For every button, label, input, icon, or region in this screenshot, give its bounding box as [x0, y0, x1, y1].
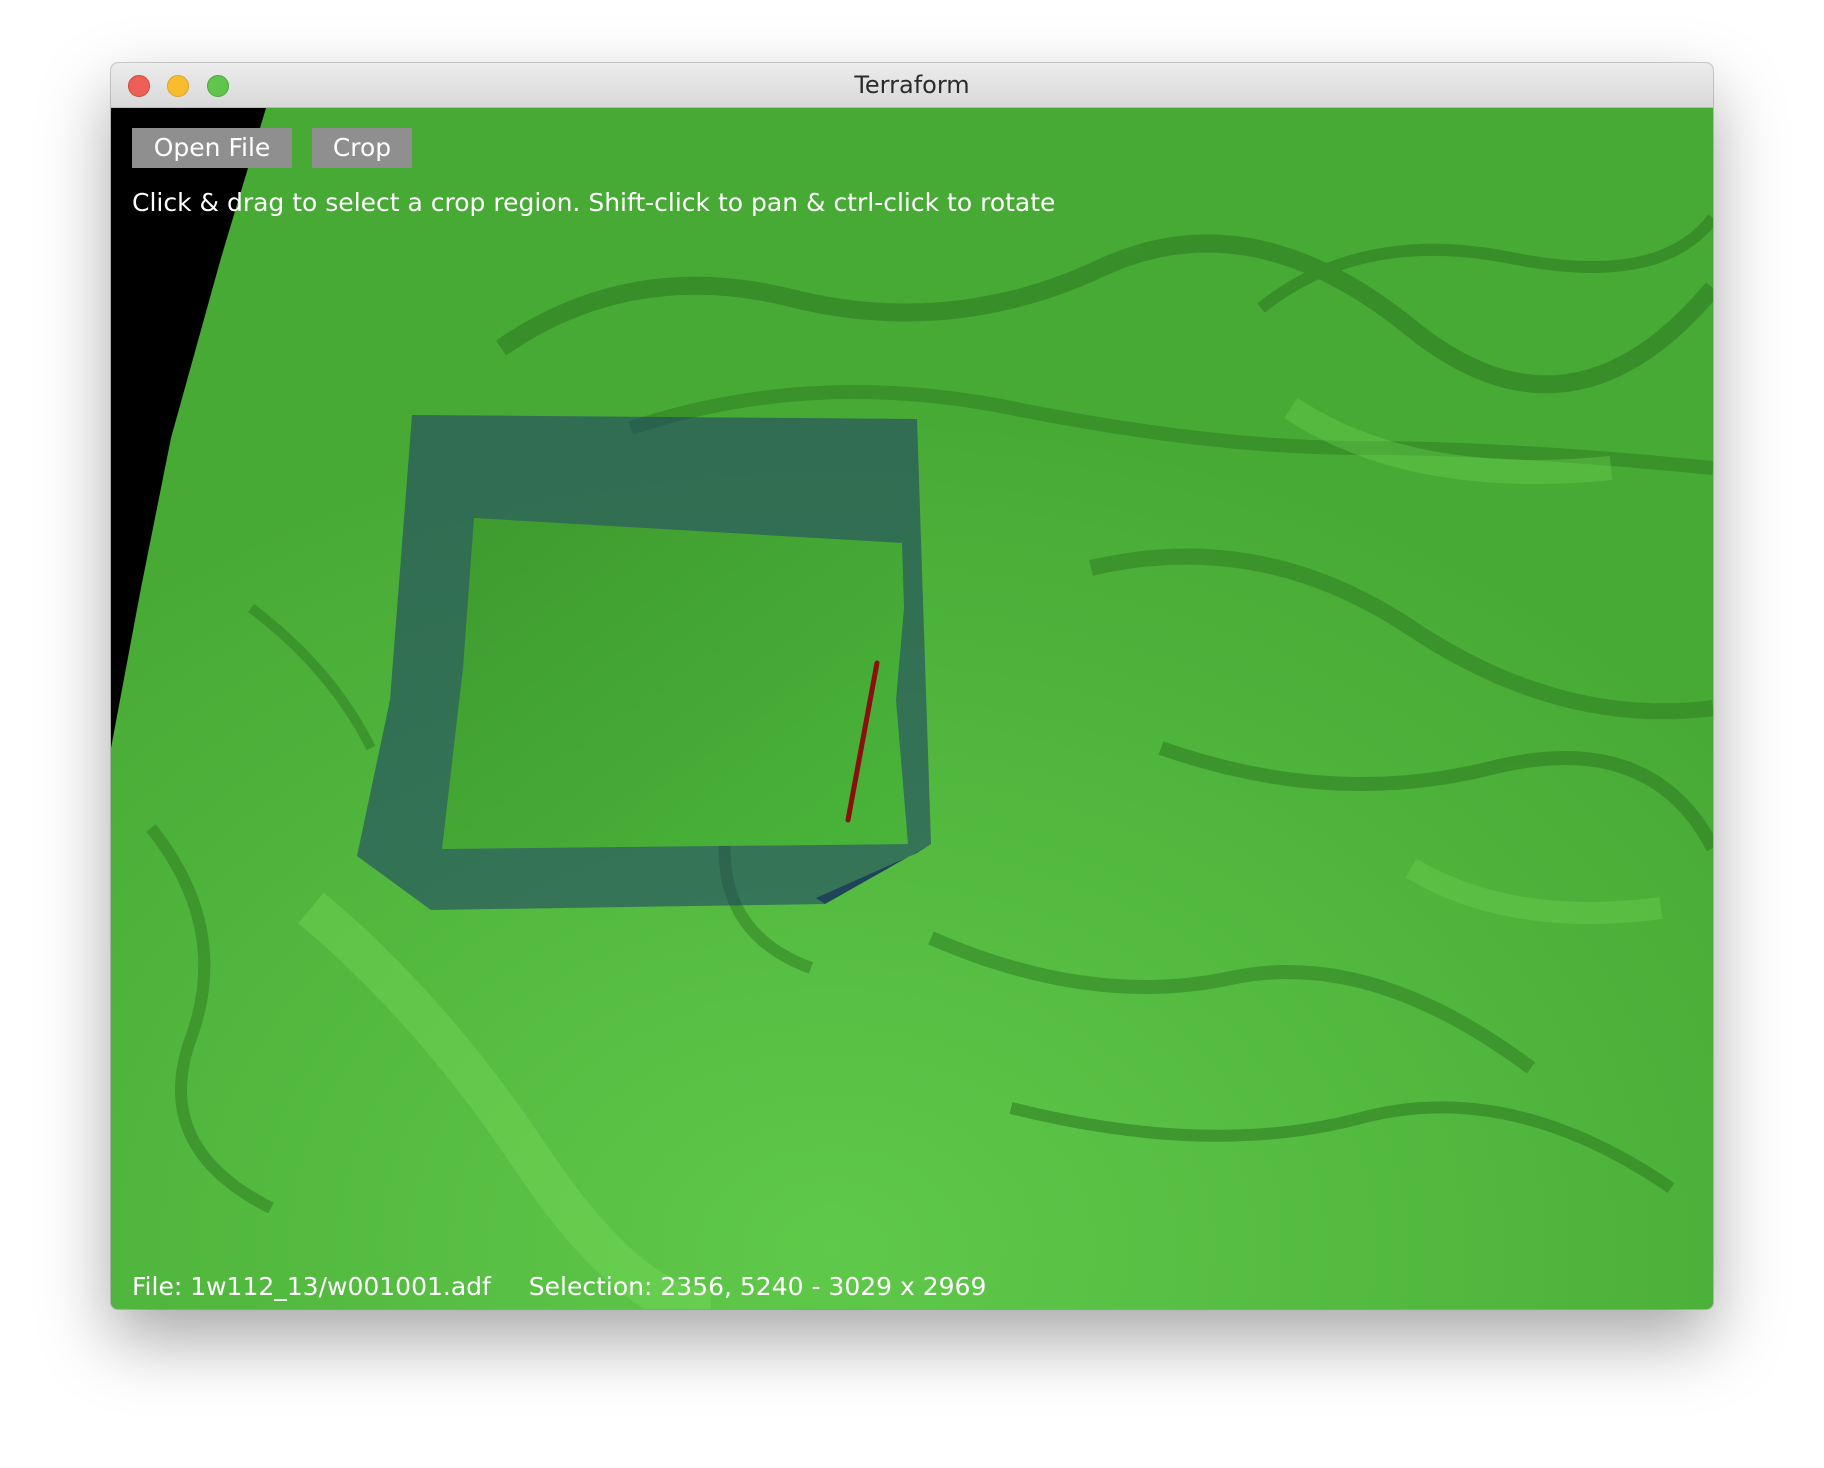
- open-file-button[interactable]: Open File: [132, 128, 292, 168]
- instructions-text: Click & drag to select a crop region. Sh…: [132, 188, 1056, 217]
- file-path-label: File: 1w112_13/w001001.adf: [132, 1272, 491, 1301]
- crop-button[interactable]: Crop: [312, 128, 412, 168]
- crop-selection-box[interactable]: [357, 415, 931, 910]
- window-title: Terraform: [854, 71, 970, 99]
- title-bar[interactable]: Terraform: [111, 63, 1713, 108]
- selection-label: Selection: 2356, 5240 - 3029 x 2969: [528, 1272, 987, 1301]
- app-window: Terraform Open File Crop Click & drag to…: [111, 63, 1713, 1309]
- terrain-viewport[interactable]: Open File Crop Click & drag to select a …: [111, 108, 1713, 1309]
- status-bar: File: 1w112_13/w001001.adf Selection: 23…: [132, 1272, 986, 1301]
- terrain-render[interactable]: [111, 108, 1713, 1309]
- selection-inner: [442, 518, 908, 849]
